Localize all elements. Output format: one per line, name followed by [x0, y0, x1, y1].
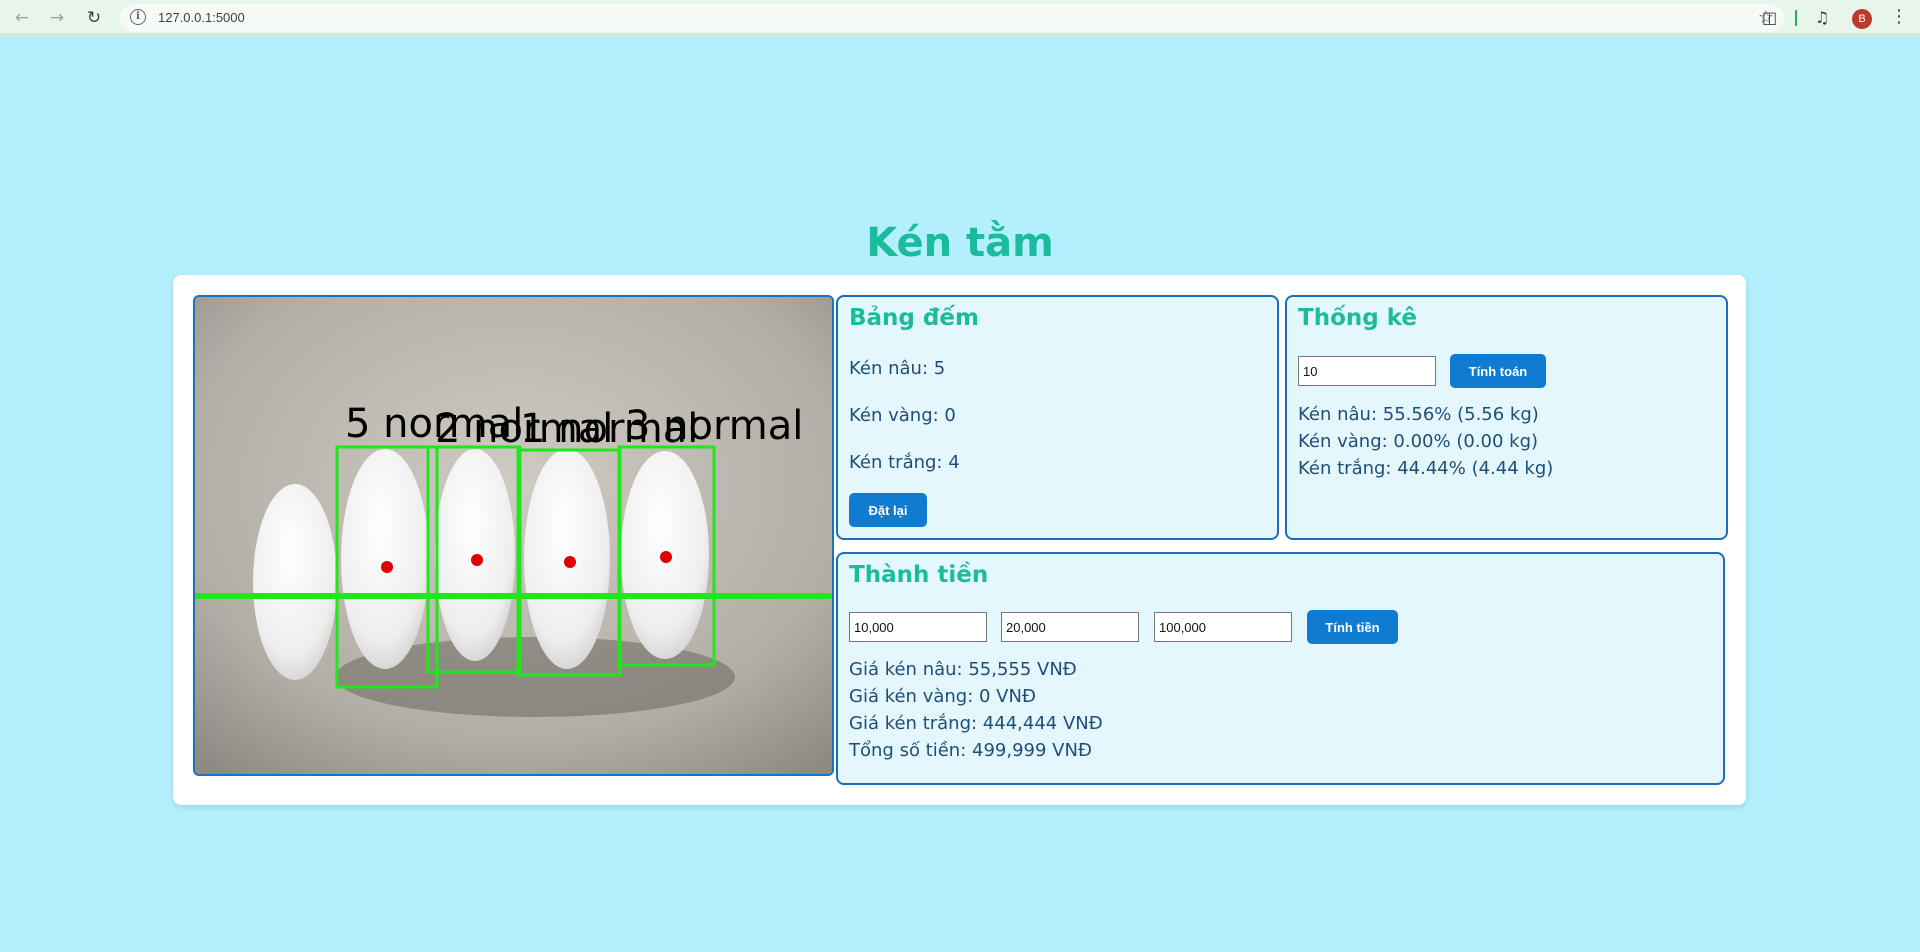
media-control-icon[interactable]: ♫ [1815, 8, 1829, 28]
cocoon-photo: 5 normal 2 normal 1 normal 3 normal [195, 297, 832, 774]
browser-toolbar: ← → ↻ i 127.0.0.1:5000 ☆ ◫ ♫ B ⋮ [0, 0, 1920, 37]
brown-count: Kén nâu: 5 [849, 358, 946, 379]
centroid-dot [381, 561, 393, 573]
yellow-stat: Kén vàng: 0.00% (0.00 kg) [1298, 431, 1539, 452]
brown-stat: Kén nâu: 55.56% (5.56 kg) [1298, 404, 1539, 425]
yellow-price-input[interactable] [1001, 612, 1139, 642]
url-text[interactable]: 127.0.0.1:5000 [158, 10, 245, 25]
centroid-dot [564, 556, 576, 568]
back-icon[interactable]: ← [10, 7, 34, 29]
detection-image: 5 normal 2 normal 1 normal 3 normal [193, 295, 834, 776]
stats-panel-title: Thống kê [1298, 305, 1417, 331]
grand-total: Tổng số tiền: 499,999 VNĐ [849, 740, 1092, 761]
cocoon-shape [253, 484, 337, 680]
brown-price-input[interactable] [849, 612, 987, 642]
white-stat: Kén trắng: 44.44% (4.44 kg) [1298, 458, 1554, 479]
white-count: Kén trắng: 4 [849, 452, 960, 473]
price-panel: Thành tiền Tính tiền Giá kén nâu: 55,555… [836, 552, 1725, 785]
count-panel-title: Bảng đếm [849, 305, 979, 331]
menu-icon[interactable]: ⋮ [1890, 6, 1908, 27]
cocoon-shape [341, 449, 429, 669]
calculate-price-button[interactable]: Tính tiền [1307, 610, 1398, 644]
centroid-dot [660, 551, 672, 563]
address-bar[interactable]: i 127.0.0.1:5000 ☆ [120, 4, 1784, 32]
reset-button[interactable]: Đặt lại [849, 493, 927, 527]
toolbar-divider [1795, 10, 1797, 26]
brown-price-total: Giá kén nâu: 55,555 VNĐ [849, 659, 1077, 680]
count-panel: Bảng đếm Kén nâu: 5 Kén vàng: 0 Kén trắn… [836, 295, 1279, 540]
yellow-price-total: Giá kén vàng: 0 VNĐ [849, 686, 1036, 707]
yellow-count: Kén vàng: 0 [849, 405, 956, 426]
stats-panel: Thống kê Tính toán Kén nâu: 55.56% (5.56… [1285, 295, 1728, 540]
forward-icon[interactable]: → [45, 7, 69, 29]
total-weight-input[interactable] [1298, 356, 1436, 386]
centroid-dot [471, 554, 483, 566]
calculate-button[interactable]: Tính toán [1450, 354, 1546, 388]
white-price-input[interactable] [1154, 612, 1292, 642]
extensions-icon[interactable]: ◫ [1762, 8, 1777, 28]
profile-avatar[interactable]: B [1852, 9, 1872, 29]
site-info-icon[interactable]: i [130, 9, 146, 25]
white-price-total: Giá kén trắng: 444,444 VNĐ [849, 713, 1103, 734]
price-panel-title: Thành tiền [849, 562, 989, 588]
reload-icon[interactable]: ↻ [82, 7, 106, 29]
page-title: Kén tằm [866, 220, 1054, 266]
counting-line [195, 593, 832, 599]
detection-label: 3 normal [625, 403, 803, 449]
